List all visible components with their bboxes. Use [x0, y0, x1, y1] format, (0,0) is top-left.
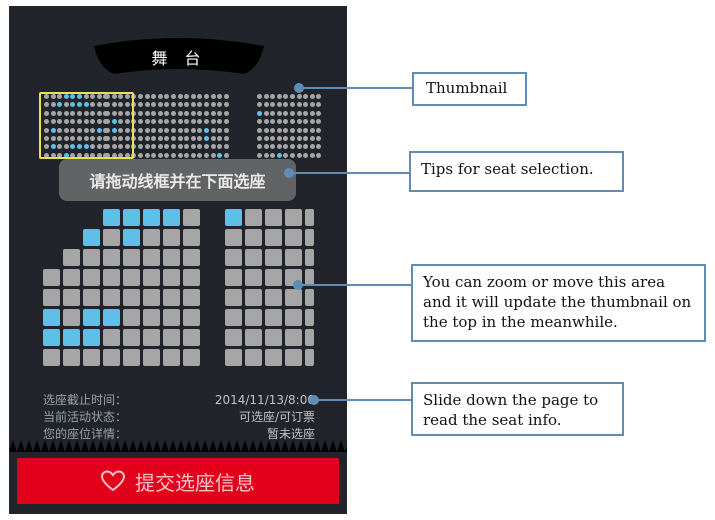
- callout-text: Slide down the page to read the seat inf…: [423, 391, 599, 429]
- callout-tips: Tips for seat selection.: [409, 151, 624, 192]
- callout-slide: Slide down the page to read the seat inf…: [411, 382, 624, 436]
- callout-text: Thumbnail: [426, 79, 508, 97]
- callout-zoom: You can zoom or move this area and it wi…: [411, 264, 706, 342]
- callout-text: You can zoom or move this area and it wi…: [423, 273, 692, 331]
- callout-connectors: [284, 83, 412, 405]
- callout-text: Tips for seat selection.: [421, 160, 594, 178]
- callout-thumbnail: Thumbnail: [412, 72, 527, 106]
